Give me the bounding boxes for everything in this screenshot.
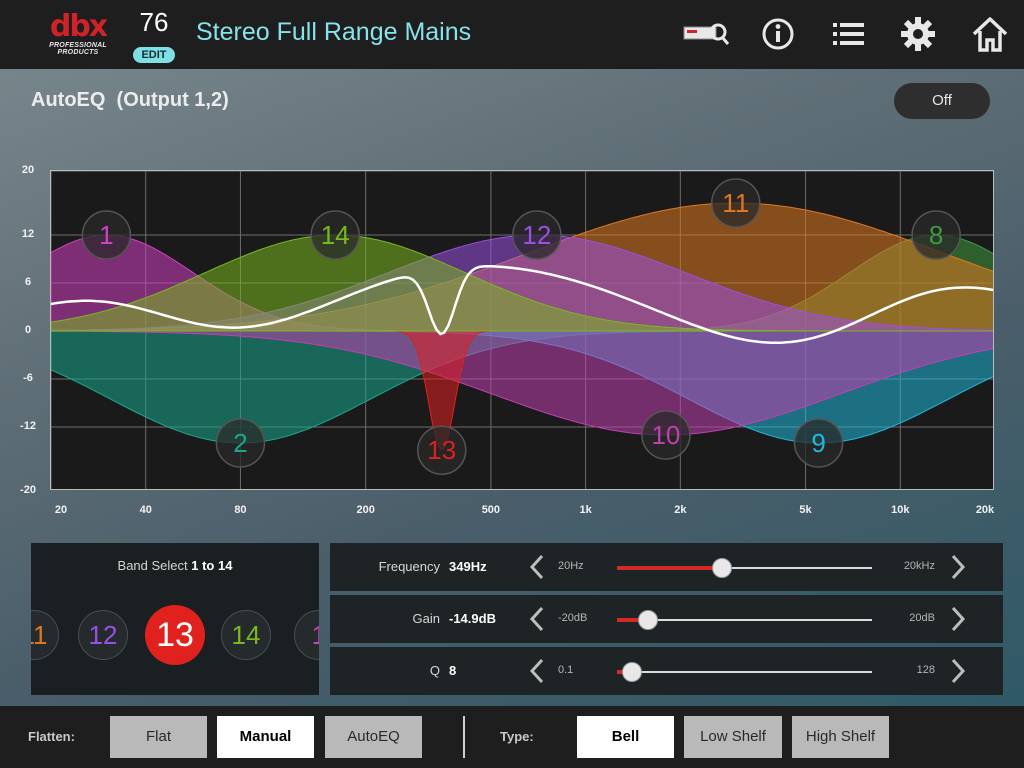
svg-text:13: 13 xyxy=(427,435,456,465)
home-icon[interactable] xyxy=(970,14,1010,54)
frequency-max: 20kHz xyxy=(903,560,935,572)
band-14-marker[interactable]: 14 xyxy=(310,210,360,260)
x-tick-label: 20 xyxy=(54,504,68,516)
type-low-shelf-button[interactable]: Low Shelf xyxy=(684,716,782,758)
band-chip-12[interactable]: 12 xyxy=(78,610,128,660)
svg-text:14: 14 xyxy=(321,220,350,250)
q-increase-icon[interactable] xyxy=(948,657,968,685)
band-2-marker[interactable]: 2 xyxy=(215,418,266,468)
flatten-manual-button[interactable]: Manual xyxy=(217,716,314,758)
gain-label: Gain xyxy=(412,611,440,626)
band-11-marker[interactable]: 11 xyxy=(710,178,761,228)
flatten-label: Flatten: xyxy=(28,729,75,744)
q-slider[interactable] xyxy=(617,662,872,682)
footer-divider xyxy=(463,716,465,758)
frequency-min: 20Hz xyxy=(558,560,584,572)
band-select-range: 1 to 14 xyxy=(191,558,233,573)
x-tick-label: 40 xyxy=(139,504,152,516)
band-chip-14[interactable]: 14 xyxy=(221,610,271,660)
eq-graph[interactable]: 1 2 8 9 10 11 12 13 14 xyxy=(50,170,994,490)
preset-number: 76 xyxy=(139,7,169,37)
band-1-marker[interactable]: 1 xyxy=(81,210,132,260)
edit-button[interactable]: EDIT xyxy=(133,47,175,63)
y-tick-label: 12 xyxy=(21,228,35,240)
q-min: 0.1 xyxy=(558,664,574,676)
frequency-slider-thumb[interactable] xyxy=(711,558,732,578)
svg-text:9: 9 xyxy=(811,428,825,458)
preset-name: Stereo Full Range Mains xyxy=(196,18,472,46)
y-tick-label: -6 xyxy=(23,372,33,384)
x-tick-label: 10k xyxy=(891,504,910,516)
frequency-value: 349Hz xyxy=(449,559,487,574)
band-10-marker[interactable]: 10 xyxy=(641,410,691,460)
q-slider-thumb[interactable] xyxy=(622,662,643,682)
q-max: 128 xyxy=(916,664,935,676)
y-tick-label: 6 xyxy=(24,276,32,288)
x-tick-label: 2k xyxy=(674,504,687,516)
flatten-flat-button[interactable]: Flat xyxy=(110,716,207,758)
type-bell-button[interactable]: Bell xyxy=(577,716,674,758)
q-label: Q xyxy=(429,663,440,678)
band-select-title: Band Select 1 to 14 xyxy=(31,558,319,573)
x-tick-label: 200 xyxy=(356,504,375,516)
band-12-marker[interactable]: 12 xyxy=(512,210,562,260)
gain-min: -20dB xyxy=(558,612,588,624)
x-tick-label: 20k xyxy=(975,504,995,516)
x-tick-label: 1k xyxy=(579,504,592,516)
x-tick-label: 80 xyxy=(234,504,247,516)
gain-slider-thumb[interactable] xyxy=(637,610,658,630)
info-icon[interactable] xyxy=(758,14,798,54)
frequency-decrease-icon[interactable] xyxy=(527,553,547,581)
svg-text:10: 10 xyxy=(651,420,680,450)
app-header: dbx PROFESSIONAL PRODUCTS 76 EDIT Stereo… xyxy=(0,0,1024,69)
frequency-row: Frequency 349Hz 20Hz 20kHz xyxy=(330,543,1003,591)
frequency-slider-fill xyxy=(617,566,722,570)
y-tick-label: -12 xyxy=(20,420,36,432)
autoeq-toggle-button[interactable]: Off xyxy=(894,83,990,119)
band-chip-11[interactable]: 11 xyxy=(31,610,59,660)
type-high-shelf-button[interactable]: High Shelf xyxy=(792,716,889,758)
x-tick-label: 5k xyxy=(799,504,812,516)
svg-text:2: 2 xyxy=(233,428,247,458)
flatten-autoeq-button[interactable]: AutoEQ xyxy=(325,716,422,758)
band-chip-13[interactable]: 13 xyxy=(145,605,205,665)
gain-row: Gain -14.9dB -20dB 20dB xyxy=(330,595,1003,643)
list-icon[interactable] xyxy=(828,14,868,54)
band-select-panel: Band Select 1 to 14 11 12 13 14 1 xyxy=(31,543,319,695)
device-wizard-icon[interactable] xyxy=(682,14,730,54)
frequency-label: Frequency xyxy=(378,559,440,574)
svg-text:11: 11 xyxy=(722,188,749,218)
band-8-marker[interactable]: 8 xyxy=(911,210,961,260)
y-tick-label: 0 xyxy=(24,324,32,336)
frequency-slider[interactable] xyxy=(617,558,872,578)
gain-value: -14.9dB xyxy=(449,611,496,626)
q-row: Q 8 0.1 128 xyxy=(330,647,1003,695)
gain-decrease-icon[interactable] xyxy=(527,605,547,633)
y-tick-label: 20 xyxy=(21,164,35,176)
x-tick-label: 500 xyxy=(481,504,501,516)
gain-slider[interactable] xyxy=(617,610,872,630)
eq-curve-svg: 12891011121314 xyxy=(51,171,993,489)
type-label: Type: xyxy=(500,729,534,744)
band-select-label: Band Select xyxy=(117,558,188,573)
logo-mark: dbx xyxy=(49,9,108,44)
logo-subtext: PROFESSIONAL PRODUCTS xyxy=(49,42,107,56)
frequency-increase-icon[interactable] xyxy=(948,553,968,581)
band-chip-1[interactable]: 1 xyxy=(294,610,319,660)
gain-increase-icon[interactable] xyxy=(948,605,968,633)
band-params-panel: Frequency 349Hz 20Hz 20kHz Gain -14.9dB … xyxy=(330,543,1003,695)
q-decrease-icon[interactable] xyxy=(527,657,547,685)
svg-text:12: 12 xyxy=(522,220,551,250)
y-tick-label: -20 xyxy=(20,484,36,496)
svg-text:1: 1 xyxy=(99,220,113,250)
gear-icon[interactable] xyxy=(898,14,938,54)
q-value: 8 xyxy=(449,663,457,678)
gain-max: 20dB xyxy=(909,612,935,624)
page-title: AutoEQ (Output 1,2) xyxy=(31,89,229,111)
footer-toolbar: Flatten: Flat Manual AutoEQ Type: Bell L… xyxy=(0,706,1024,768)
dbx-logo: dbx PROFESSIONAL PRODUCTS xyxy=(36,12,120,58)
band-9-marker[interactable]: 9 xyxy=(793,418,844,468)
band-13-marker[interactable]: 13 xyxy=(417,425,467,475)
svg-text:8: 8 xyxy=(929,220,943,250)
